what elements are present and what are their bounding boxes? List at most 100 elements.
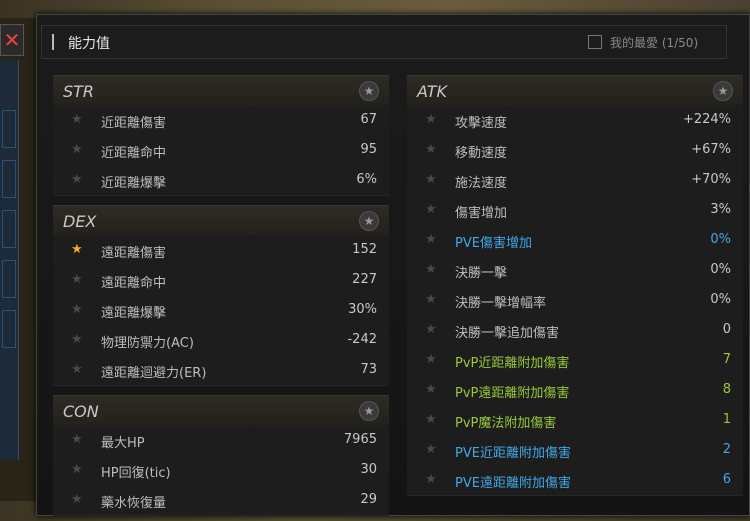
favorite-star-icon[interactable]: ★ — [425, 412, 437, 427]
section-header-str: STR ★ — [53, 75, 389, 106]
stat-label: PvP魔法附加傷害 — [455, 416, 557, 431]
stats-window: 能力值 我的最愛 (1/50) STR ★ ★ 近距離傷害 67 ★ 近距離命中 95 ★ 近距離… — [36, 14, 750, 516]
stat-row: ★ 最大HP 7965 — [53, 425, 389, 456]
stat-label: 移動速度 — [455, 146, 508, 161]
stat-label: 傷害增加 — [455, 206, 508, 221]
stat-row: ★ 遠距離傷害 152 — [53, 235, 389, 266]
stat-value: 7 — [722, 352, 731, 367]
stat-row: ★ HP回復(tic) 30 — [53, 455, 389, 486]
favorite-star-icon[interactable]: ★ — [425, 142, 437, 157]
favorite-star-icon[interactable]: ★ — [71, 362, 83, 377]
favorite-star-icon[interactable]: ★ — [425, 322, 437, 337]
favorites-label: 我的最愛 (1/50) — [610, 36, 699, 50]
star-icon[interactable]: ★ — [359, 211, 379, 231]
side-slot[interactable] — [2, 210, 16, 248]
favorite-star-icon[interactable]: ★ — [71, 172, 83, 187]
favorite-star-icon[interactable]: ★ — [71, 242, 83, 257]
stat-label: 決勝一擊 — [455, 266, 508, 281]
title-marker — [52, 34, 54, 50]
window-titlebar: 能力值 我的最愛 (1/50) — [41, 25, 727, 59]
favorite-star-icon[interactable]: ★ — [425, 352, 437, 367]
favorite-star-icon[interactable]: ★ — [71, 302, 83, 317]
stat-label: 攻擊速度 — [455, 116, 508, 131]
stat-row: ★ PVE遠距離附加傷害 6 — [407, 465, 743, 496]
stat-value: 6 — [722, 472, 731, 487]
favorite-star-icon[interactable]: ★ — [71, 432, 83, 447]
stat-value: +67% — [691, 142, 731, 157]
favorite-star-icon[interactable]: ★ — [425, 472, 437, 487]
stat-label: 近距離命中 — [101, 146, 167, 161]
stat-value: 0 — [722, 322, 731, 337]
stat-label: PvP遠距離附加傷害 — [455, 386, 570, 401]
stat-label: 決勝一擊追加傷害 — [455, 326, 560, 341]
stat-row: ★ 近距離命中 95 — [53, 135, 389, 166]
favorite-star-icon[interactable]: ★ — [425, 172, 437, 187]
stat-label: 物理防禦力(AC) — [101, 336, 194, 351]
star-icon[interactable]: ★ — [713, 81, 733, 101]
stat-row: ★ 遠距離迴避力(ER) 73 — [53, 355, 389, 386]
stat-row: ★ 近距離傷害 67 — [53, 105, 389, 136]
stat-row: ★ 攻擊速度 +224% — [407, 105, 743, 136]
favorite-star-icon[interactable]: ★ — [425, 292, 437, 307]
stat-label: 遠距離傷害 — [101, 246, 167, 261]
side-slot[interactable] — [2, 260, 16, 298]
stat-row: ★ 近距離爆擊 6% — [53, 165, 389, 196]
stat-row: ★ 決勝一擊 0% — [407, 255, 743, 286]
stat-row: ★ 移動速度 +67% — [407, 135, 743, 166]
section-title: DEX — [63, 212, 97, 231]
stat-value: 7965 — [343, 432, 377, 447]
stat-value: 8 — [722, 382, 731, 397]
favorite-star-icon[interactable]: ★ — [71, 332, 83, 347]
stat-label: HP回復(tic) — [101, 466, 171, 481]
stat-row: ★ 物理防禦力(AC) -242 — [53, 325, 389, 356]
favorite-star-icon[interactable]: ★ — [71, 142, 83, 157]
stat-value: 152 — [352, 242, 377, 257]
side-slot[interactable] — [2, 310, 16, 348]
stat-row: ★ 遠距離爆擊 30% — [53, 295, 389, 326]
stat-row: ★ PVE近距離附加傷害 2 — [407, 435, 743, 466]
favorites-checkbox[interactable] — [588, 35, 602, 49]
stat-row: ★ PvP遠距離附加傷害 8 — [407, 375, 743, 406]
side-slot[interactable] — [2, 110, 16, 148]
stat-label: PVE近距離附加傷害 — [455, 446, 571, 461]
stat-row: ★ 施法速度 +70% — [407, 165, 743, 196]
close-icon[interactable]: ✕ — [0, 24, 24, 56]
section-header-dex: DEX ★ — [53, 205, 389, 236]
favorite-star-icon[interactable]: ★ — [425, 202, 437, 217]
stat-label: PvP近距離附加傷害 — [455, 356, 570, 371]
favorite-star-icon[interactable]: ★ — [71, 112, 83, 127]
stat-value: 0% — [710, 292, 731, 307]
stat-row: ★ 決勝一擊追加傷害 0 — [407, 315, 743, 346]
favorite-star-icon[interactable]: ★ — [425, 442, 437, 457]
stat-value: 0% — [710, 262, 731, 277]
favorite-star-icon[interactable]: ★ — [425, 112, 437, 127]
stat-label: 遠距離迴避力(ER) — [101, 366, 207, 381]
stat-label: 遠距離命中 — [101, 276, 167, 291]
favorite-star-icon[interactable]: ★ — [71, 462, 83, 477]
star-icon[interactable]: ★ — [359, 401, 379, 421]
star-icon[interactable]: ★ — [359, 81, 379, 101]
stat-label: 遠距離爆擊 — [101, 306, 167, 321]
favorite-star-icon[interactable]: ★ — [71, 272, 83, 287]
stat-label: 施法速度 — [455, 176, 508, 191]
side-slot[interactable] — [2, 160, 16, 198]
stat-value: 29 — [360, 492, 377, 507]
left-side-panel — [0, 60, 19, 460]
stat-value: 6% — [356, 172, 377, 187]
stat-label: 決勝一擊增幅率 — [455, 296, 547, 311]
stat-label: 近距離爆擊 — [101, 176, 167, 191]
stat-value: +224% — [682, 112, 731, 127]
stat-value: 3% — [710, 202, 731, 217]
window-title: 能力值 — [68, 36, 110, 52]
stat-row: ★ 傷害增加 3% — [407, 195, 743, 226]
favorite-star-icon[interactable]: ★ — [425, 232, 437, 247]
favorite-star-icon[interactable]: ★ — [71, 492, 83, 507]
favorite-star-icon[interactable]: ★ — [425, 382, 437, 397]
favorite-star-icon[interactable]: ★ — [425, 262, 437, 277]
section-title: ATK — [417, 82, 448, 101]
stat-label: 最大HP — [101, 436, 145, 451]
section-header-con: CON ★ — [53, 395, 389, 426]
stat-label: 近距離傷害 — [101, 116, 167, 131]
stat-row: ★ 決勝一擊增幅率 0% — [407, 285, 743, 316]
stat-row: ★ 藥水恢復量 29 — [53, 485, 389, 516]
